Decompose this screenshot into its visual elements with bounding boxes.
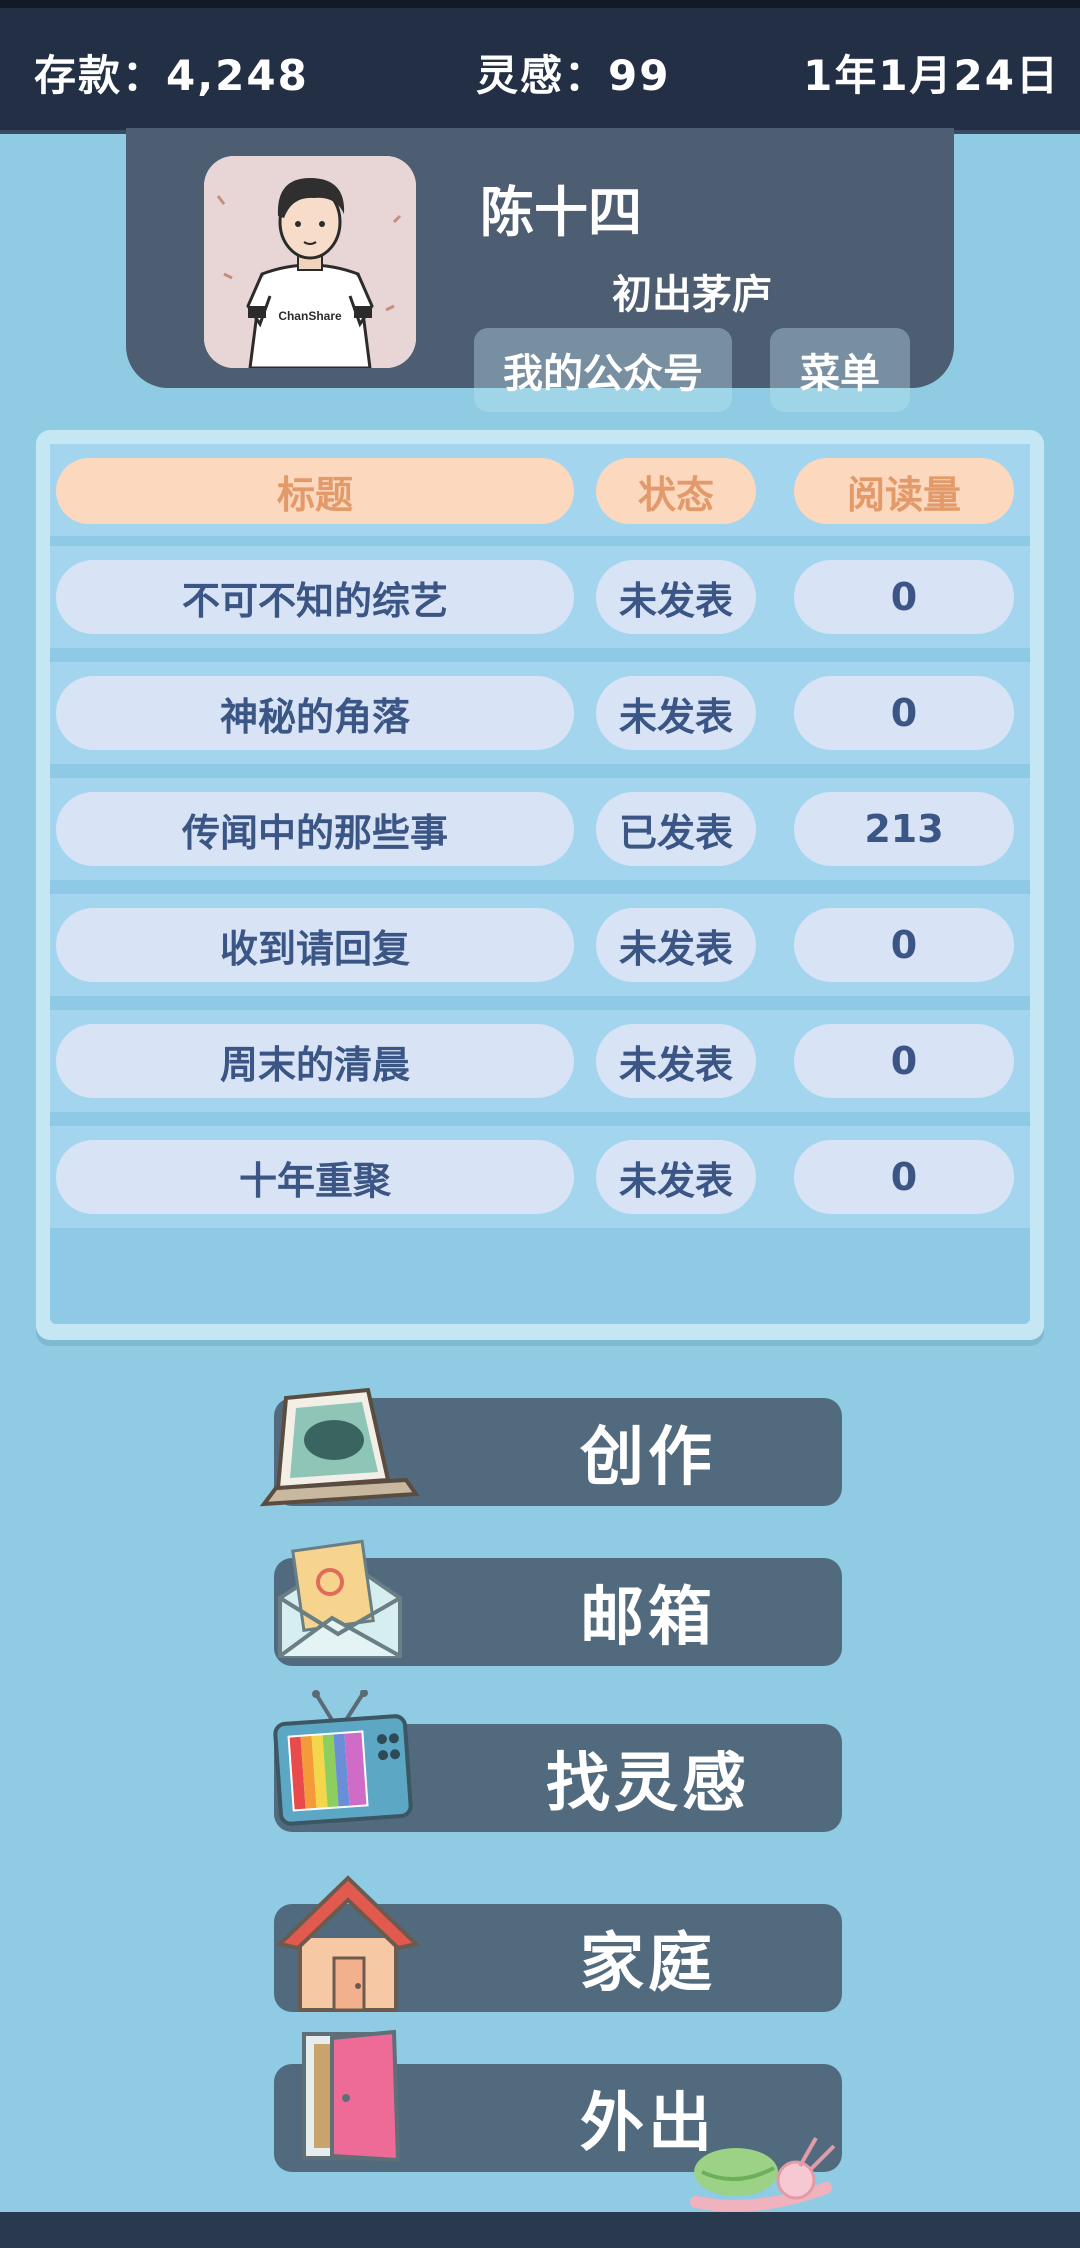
row-title[interactable]: 收到请回复	[56, 908, 574, 982]
my-account-button[interactable]: 我的公众号	[474, 328, 732, 412]
header-status: 状态	[596, 458, 756, 524]
find-inspiration-label: 找灵感	[546, 1747, 750, 1821]
row-reads: 0	[794, 560, 1014, 634]
table-row[interactable]: 周末的清晨 未发表 0	[50, 1010, 1030, 1112]
profile-panel: ChanShare 陈十四 初出茅庐 我的公众号 菜单	[126, 128, 954, 412]
row-status: 未发表	[596, 1024, 756, 1098]
table-row[interactable]: 传闻中的那些事 已发表 213	[50, 778, 1030, 880]
avatar[interactable]: ChanShare	[204, 156, 416, 368]
bottom-bar	[0, 2212, 1080, 2248]
row-status: 未发表	[596, 560, 756, 634]
top-status-bar: 存款：4,248 灵感：99 1年1月24日	[0, 8, 1080, 134]
inspiration-display: 灵感：99	[476, 51, 671, 100]
date-display: 1年1月24日	[803, 51, 1060, 100]
header-title: 标题	[56, 458, 574, 524]
house-icon	[276, 1875, 420, 2012]
create-label: 创作	[580, 1421, 716, 1495]
row-reads: 0	[794, 908, 1014, 982]
row-status: 未发表	[596, 676, 756, 750]
row-reads: 213	[794, 792, 1014, 866]
door-icon	[302, 2029, 401, 2163]
avatar-shirt-text: ChanShare	[278, 309, 342, 323]
row-reads: 0	[794, 1140, 1014, 1214]
table-header: 标题 状态 阅读量	[50, 444, 1030, 536]
status-strip	[0, 0, 1080, 8]
laptop-icon	[259, 1387, 420, 1507]
row-title[interactable]: 周末的清晨	[56, 1024, 574, 1098]
snail-icon	[690, 2137, 836, 2212]
envelope-icon	[278, 1539, 402, 1658]
table-row[interactable]: 十年重聚 未发表 0	[50, 1126, 1030, 1228]
row-reads: 0	[794, 676, 1014, 750]
table-row[interactable]: 神秘的角落 未发表 0	[50, 662, 1030, 764]
row-status: 已发表	[596, 792, 756, 866]
articles-table-body: 标题 状态 阅读量 不可不知的综艺 未发表 0 神秘的角落 未发表 0 传闻中的…	[50, 444, 1030, 1324]
row-status: 未发表	[596, 908, 756, 982]
row-reads: 0	[794, 1024, 1014, 1098]
menu-button[interactable]: 菜单	[770, 328, 910, 412]
header-reads: 阅读量	[794, 458, 1014, 524]
row-title[interactable]: 传闻中的那些事	[56, 792, 574, 866]
avatar-illustration: ChanShare	[204, 156, 416, 368]
table-row[interactable]: 收到请回复 未发表 0	[50, 894, 1030, 996]
player-name: 陈十四	[480, 181, 642, 244]
savings-display: 存款：4,248	[34, 51, 309, 100]
row-title[interactable]: 不可不知的综艺	[56, 560, 574, 634]
row-title[interactable]: 十年重聚	[56, 1140, 574, 1214]
row-title[interactable]: 神秘的角落	[56, 676, 574, 750]
articles-table: 标题 状态 阅读量 不可不知的综艺 未发表 0 神秘的角落 未发表 0 传闻中的…	[36, 430, 1044, 1340]
row-status: 未发表	[596, 1140, 756, 1214]
table-row[interactable]: 不可不知的综艺 未发表 0	[50, 546, 1030, 648]
player-rank: 初出茅庐	[612, 272, 772, 318]
mailbox-label: 邮箱	[580, 1581, 716, 1655]
tv-icon	[273, 1690, 413, 1826]
family-label: 家庭	[580, 1927, 716, 2001]
